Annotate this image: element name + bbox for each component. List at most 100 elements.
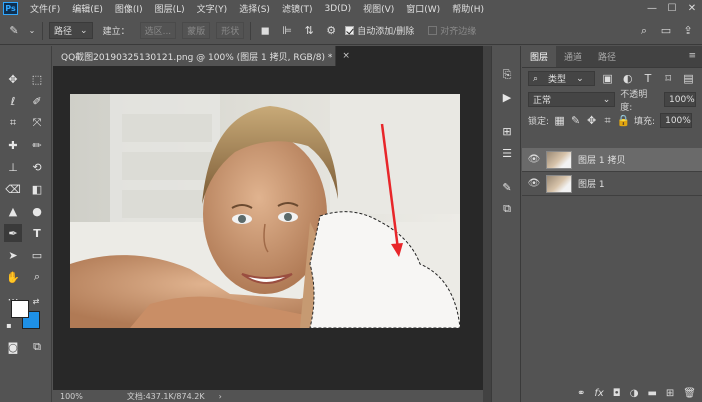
mode-select[interactable]: 路径 ⌄ bbox=[49, 22, 93, 39]
zoom-level[interactable]: 100% bbox=[53, 392, 90, 401]
document-tab[interactable]: QQ截图20190325130121.png @ 100% (图层 1 拷贝, … bbox=[53, 46, 350, 66]
lock-transparent-icon[interactable]: ▦ bbox=[554, 113, 565, 129]
lock-image-icon[interactable]: ✎ bbox=[570, 113, 581, 129]
screen-mode-icon[interactable]: ⧉ bbox=[28, 338, 46, 356]
link-layers-icon[interactable]: ⚭ bbox=[577, 388, 585, 399]
gradient-tool-icon[interactable]: ◧ bbox=[28, 180, 46, 198]
make-selection-button[interactable]: 选区... bbox=[139, 22, 177, 39]
filter-smart-object-icon[interactable]: ▤ bbox=[681, 71, 696, 87]
filter-pixel-icon[interactable]: ▣ bbox=[600, 71, 615, 87]
eye-icon[interactable]: 👁 bbox=[528, 154, 541, 165]
menu-file[interactable]: 文件(F) bbox=[24, 2, 66, 15]
minimize-button[interactable]: — bbox=[642, 3, 662, 14]
clone-stamp-tool-icon[interactable]: ⊥ bbox=[4, 158, 22, 176]
add-mask-icon[interactable]: ◘ bbox=[613, 388, 621, 399]
filter-type-icon[interactable]: T bbox=[640, 71, 655, 87]
filter-shape-icon[interactable]: ⌑ bbox=[661, 71, 676, 87]
menu-edit[interactable]: 编辑(E) bbox=[66, 2, 109, 15]
gear-icon[interactable]: ⚙ bbox=[323, 23, 339, 39]
history-brush-tool-icon[interactable]: ⟲ bbox=[28, 158, 46, 176]
dodge-tool-icon[interactable]: ● bbox=[28, 202, 46, 220]
type-tool-icon[interactable]: T bbox=[28, 224, 46, 242]
vertical-scrollbar[interactable] bbox=[483, 46, 491, 402]
layers-panel: 图层 通道 路径 ≡ ⌕ 类型 ⌄ ▣ ◐ T ⌑ ▤ 正常 ⌄ 不透明度: 1… bbox=[522, 45, 702, 402]
opacity-field[interactable]: 100% bbox=[664, 92, 696, 107]
healing-brush-tool-icon[interactable]: ✚ bbox=[4, 136, 22, 154]
path-selection-tool-icon[interactable]: ➤ bbox=[4, 246, 22, 264]
maximize-button[interactable]: ☐ bbox=[662, 3, 682, 14]
menu-help[interactable]: 帮助(H) bbox=[446, 2, 490, 15]
close-icon[interactable]: × bbox=[342, 51, 350, 61]
menu-view[interactable]: 视图(V) bbox=[357, 2, 400, 15]
path-operations-icon[interactable]: ◼ bbox=[257, 23, 273, 39]
search-icon[interactable]: ⌕ bbox=[636, 23, 652, 39]
share-icon[interactable]: ⇪ bbox=[680, 23, 696, 39]
menu-layer[interactable]: 图层(L) bbox=[149, 2, 191, 15]
filter-adjustment-icon[interactable]: ◐ bbox=[620, 71, 635, 87]
new-group-icon[interactable]: ▬ bbox=[647, 388, 656, 399]
layer-style-icon[interactable]: fx bbox=[594, 388, 603, 399]
auto-add-delete-label: 自动添加/删除 bbox=[357, 27, 415, 37]
tab-layers[interactable]: 图层 bbox=[522, 45, 557, 67]
blend-mode-select[interactable]: 正常 ⌄ bbox=[528, 92, 616, 107]
new-layer-icon[interactable]: ⊞ bbox=[666, 388, 674, 399]
eraser-tool-icon[interactable]: ⌫ bbox=[4, 180, 22, 198]
blur-tool-icon[interactable]: ▲ bbox=[4, 202, 22, 220]
menu-select[interactable]: 选择(S) bbox=[233, 2, 276, 15]
zoom-tool-icon[interactable]: ⌕ bbox=[28, 268, 46, 286]
menu-image[interactable]: 图像(I) bbox=[109, 2, 149, 15]
divider bbox=[250, 21, 252, 40]
path-alignment-icon[interactable]: ⊫ bbox=[279, 23, 295, 39]
menu-3d[interactable]: 3D(D) bbox=[318, 4, 357, 14]
history-icon[interactable]: ⎘ bbox=[498, 66, 516, 84]
document-canvas[interactable] bbox=[70, 94, 460, 328]
adjustments-icon[interactable]: ⧉ bbox=[498, 200, 516, 218]
auto-add-delete-toggle[interactable]: 自动添加/删除 bbox=[345, 24, 414, 37]
menu-type[interactable]: 文字(Y) bbox=[191, 2, 234, 15]
brush-tool-icon[interactable]: ✏ bbox=[28, 136, 46, 154]
panel-menu-icon[interactable]: ≡ bbox=[682, 45, 702, 67]
lock-all-icon[interactable]: 🔒 bbox=[617, 113, 631, 129]
play-icon[interactable]: ▶ bbox=[498, 88, 516, 106]
chevron-down-icon[interactable]: ⌄ bbox=[28, 23, 36, 39]
default-colors-icon[interactable]: ▪ bbox=[4, 320, 14, 330]
menu-window[interactable]: 窗口(W) bbox=[400, 2, 446, 15]
libraries-icon[interactable]: ⊞ bbox=[498, 122, 516, 140]
align-edges-checkbox[interactable] bbox=[428, 26, 438, 35]
tab-channels[interactable]: 通道 bbox=[556, 45, 590, 67]
pen-tool-icon[interactable]: ✎ bbox=[6, 23, 22, 39]
menu-filter[interactable]: 滤镜(T) bbox=[276, 2, 319, 15]
quick-mask-icon[interactable]: ◙ bbox=[4, 338, 22, 356]
foreground-color-swatch[interactable] bbox=[11, 300, 29, 318]
lock-position-icon[interactable]: ✥ bbox=[586, 113, 597, 129]
swap-colors-icon[interactable]: ⇄ bbox=[31, 296, 41, 306]
align-edges-toggle[interactable]: 对齐边缘 bbox=[428, 24, 476, 37]
close-window-button[interactable]: ✕ bbox=[682, 3, 702, 14]
quick-select-tool-icon[interactable]: ✐ bbox=[28, 92, 46, 110]
path-arrangement-icon[interactable]: ⇅ bbox=[301, 23, 317, 39]
marquee-tool-icon[interactable]: ⬚ bbox=[28, 70, 46, 88]
layer-row[interactable]: 👁 图层 1 bbox=[522, 172, 702, 196]
auto-add-delete-checkbox[interactable] bbox=[345, 26, 355, 35]
status-arrow-icon[interactable]: › bbox=[212, 392, 229, 401]
crop-tool-icon[interactable]: ⌗ bbox=[4, 114, 22, 132]
tab-paths[interactable]: 路径 bbox=[590, 45, 624, 67]
hand-tool-icon[interactable]: ✋ bbox=[4, 268, 22, 286]
rectangle-tool-icon[interactable]: ▭ bbox=[28, 246, 46, 264]
pen-tool-icon[interactable]: ✒ bbox=[4, 224, 22, 242]
workspace-icon[interactable]: ▭ bbox=[658, 23, 674, 39]
fill-field[interactable]: 100% bbox=[660, 113, 693, 128]
layer-filter-select[interactable]: ⌕ 类型 ⌄ bbox=[528, 71, 595, 86]
lasso-tool-icon[interactable]: ℓ bbox=[4, 92, 22, 110]
move-tool-icon[interactable]: ✥ bbox=[4, 70, 22, 88]
layer-row[interactable]: 👁 图层 1 拷贝 bbox=[522, 148, 702, 172]
shape-button[interactable]: 形状 bbox=[216, 22, 245, 39]
trash-icon[interactable]: 🗑 bbox=[683, 388, 696, 399]
mask-button[interactable]: 蒙版 bbox=[182, 22, 211, 39]
properties-icon[interactable]: ☰ bbox=[498, 144, 516, 162]
adjustment-layer-icon[interactable]: ◑ bbox=[630, 388, 639, 399]
eye-icon[interactable]: 👁 bbox=[528, 178, 541, 189]
brush-settings-icon[interactable]: ✎ bbox=[498, 178, 516, 196]
eyedropper-tool-icon[interactable]: ⤧ bbox=[28, 114, 46, 132]
lock-artboard-icon[interactable]: ⌗ bbox=[602, 113, 613, 129]
